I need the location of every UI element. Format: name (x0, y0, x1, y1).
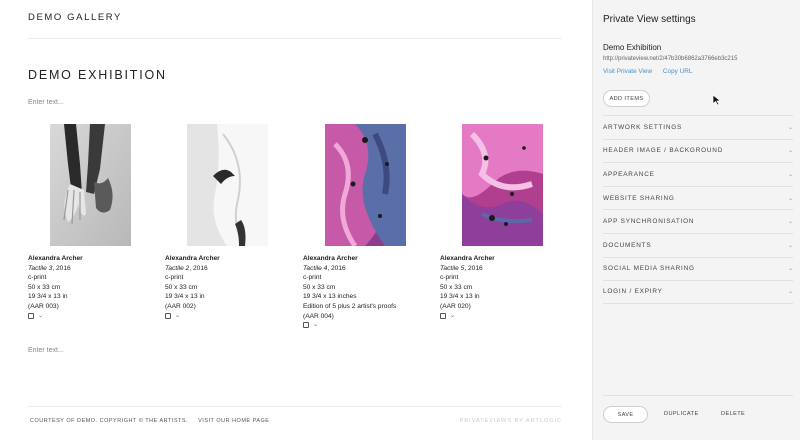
section-social-media[interactable]: SOCIAL MEDIA SHARING ⌄ (603, 256, 793, 281)
section-header-image[interactable]: HEADER IMAGE / BACKGROUND ⌄ (603, 138, 793, 163)
chevron-down-icon[interactable]: ⌄ (38, 313, 43, 319)
duplicate-button[interactable]: DUPLICATE (664, 411, 699, 417)
artwork-card[interactable]: Alexandra Archer Tactile 5, 2016 c-print… (440, 124, 565, 319)
artwork-artist: Alexandra Archer (28, 255, 83, 262)
exhibition-preview: DEMO GALLERY DEMO EXHIBITION Enter text.… (0, 0, 592, 440)
header-divider (28, 38, 562, 39)
artwork-year: , 2016 (464, 264, 483, 272)
section-label: LOGIN / EXPIRY (603, 288, 663, 296)
artwork-artist: Alexandra Archer (440, 255, 495, 262)
intro-text-field[interactable]: Enter text... (28, 99, 64, 106)
private-view-url[interactable]: http://privateview.net/2/47b30b6862a3766… (603, 56, 737, 62)
artwork-dimensions-cm: 50 x 33 cm (303, 283, 336, 291)
artwork-dimensions-cm: 50 x 33 cm (165, 283, 198, 291)
artwork-reference: (AAR 020) (440, 302, 471, 310)
artwork-select-checkbox[interactable] (440, 312, 446, 319)
settings-sections: ARTWORK SETTINGS ⌄ HEADER IMAGE / BACKGR… (603, 115, 793, 304)
artwork-medium: c-print (303, 274, 322, 282)
delete-button[interactable]: DELETE (721, 411, 745, 417)
panel-exhibition-name: Demo Exhibition (603, 43, 662, 52)
section-label: WEBSITE SHARING (603, 194, 675, 202)
artwork-image-fluid-pink[interactable] (462, 124, 543, 246)
closing-text-field[interactable]: Enter text... (28, 347, 64, 354)
artwork-edition: Edition of 5 plus 2 artist's proofs (303, 302, 397, 310)
panel-title: Private View settings (603, 14, 696, 25)
section-label: APPEARANCE (603, 170, 655, 178)
copy-url-link[interactable]: Copy URL (663, 68, 692, 75)
artwork-dimensions-in: 19 3/4 x 13 in (165, 293, 205, 301)
artwork-dimensions-in: 19 3/4 x 13 in (440, 293, 480, 301)
section-label: HEADER IMAGE / BACKGROUND (603, 147, 724, 155)
chevron-down-icon[interactable]: ⌄ (175, 313, 180, 319)
artwork-dimensions-in: 19 3/4 x 13 in (28, 293, 68, 301)
chevron-down-icon: ⌄ (787, 266, 793, 273)
artwork-year: , 2016 (327, 264, 346, 272)
artwork-title: Tactile 3 (28, 264, 53, 272)
section-login-expiry[interactable]: LOGIN / EXPIRY ⌄ (603, 280, 793, 304)
artwork-reference: (AAR 004) (303, 312, 334, 320)
footer-courtesy: COURTESY OF DEMO. COPYRIGHT © THE ARTIST… (30, 418, 189, 424)
artwork-medium: c-print (440, 274, 459, 282)
section-appearance[interactable]: APPEARANCE ⌄ (603, 162, 793, 186)
artwork-year: , 2016 (189, 264, 208, 272)
chevron-down-icon: ⌄ (787, 148, 793, 155)
save-button[interactable]: SAVE (603, 406, 648, 423)
panel-links: Visit Private View Copy URL (603, 68, 701, 75)
artwork-select-checkbox[interactable] (28, 312, 34, 319)
artwork-reference: (AAR 002) (165, 302, 196, 310)
chevron-down-icon: ⌄ (787, 219, 793, 226)
artwork-dimensions-cm: 50 x 33 cm (440, 283, 473, 291)
gallery-brand[interactable]: DEMO GALLERY (28, 12, 122, 23)
exhibition-title[interactable]: DEMO EXHIBITION (28, 68, 167, 82)
footer-credits: COURTESY OF DEMO. COPYRIGHT © THE ARTIST… (30, 418, 277, 424)
artwork-image-fabric[interactable] (187, 124, 268, 246)
home-page-link[interactable]: VISIT OUR HOME PAGE (198, 418, 269, 424)
panel-footer-divider (603, 395, 793, 396)
artwork-select-checkbox[interactable] (165, 312, 171, 319)
artwork-reference: (AAR 003) (28, 302, 59, 310)
artwork-image-hands[interactable] (50, 124, 131, 246)
mouse-cursor-icon (712, 94, 722, 106)
section-website-sharing[interactable]: WEBSITE SHARING ⌄ (603, 185, 793, 210)
section-label: APP SYNCHRONISATION (603, 218, 695, 226)
artwork-select-checkbox[interactable] (303, 322, 309, 329)
artwork-grid: Alexandra Archer Tactile 3, 2016 c-print… (28, 124, 568, 334)
chevron-down-icon: ⌄ (787, 289, 793, 296)
section-label: SOCIAL MEDIA SHARING (603, 265, 695, 273)
artwork-card[interactable]: Alexandra Archer Tactile 3, 2016 c-print… (28, 124, 153, 319)
section-artwork-settings[interactable]: ARTWORK SETTINGS ⌄ (603, 115, 793, 139)
chevron-down-icon: ⌄ (787, 124, 793, 131)
artwork-medium: c-print (28, 274, 47, 282)
artwork-card[interactable]: Alexandra Archer Tactile 4, 2016 c-print… (303, 124, 428, 329)
section-label: ARTWORK SETTINGS (603, 123, 683, 131)
powered-by[interactable]: PRIVATEVIEWS BY ARTLOGIC (460, 418, 562, 424)
section-documents[interactable]: DOCUMENTS ⌄ (603, 232, 793, 257)
chevron-down-icon: ⌄ (787, 171, 793, 178)
chevron-down-icon: ⌄ (787, 242, 793, 249)
artwork-year: , 2016 (52, 264, 71, 272)
artwork-dimensions-in: 19 3/4 x 13 inches (303, 293, 357, 301)
chevron-down-icon[interactable]: ⌄ (450, 313, 455, 319)
artwork-medium: c-print (165, 274, 184, 282)
chevron-down-icon: ⌄ (787, 195, 793, 202)
artwork-image-fluid-blue[interactable] (325, 124, 406, 246)
section-app-sync[interactable]: APP SYNCHRONISATION ⌄ (603, 209, 793, 233)
artwork-artist: Alexandra Archer (165, 255, 220, 262)
artwork-card[interactable]: Alexandra Archer Tactile 2, 2016 c-print… (165, 124, 290, 319)
artwork-title: Tactile 2 (165, 264, 190, 272)
artwork-title: Tactile 4 (303, 264, 328, 272)
add-items-button[interactable]: ADD ITEMS (603, 90, 650, 107)
settings-panel: Private View settings Demo Exhibition ht… (592, 0, 800, 440)
chevron-down-icon[interactable]: ⌄ (313, 322, 318, 328)
visit-private-view-link[interactable]: Visit Private View (603, 68, 652, 75)
footer-divider (28, 406, 562, 407)
section-label: DOCUMENTS (603, 241, 652, 249)
artwork-artist: Alexandra Archer (303, 255, 358, 262)
artwork-dimensions-cm: 50 x 33 cm (28, 283, 61, 291)
artwork-title: Tactile 5 (440, 264, 465, 272)
